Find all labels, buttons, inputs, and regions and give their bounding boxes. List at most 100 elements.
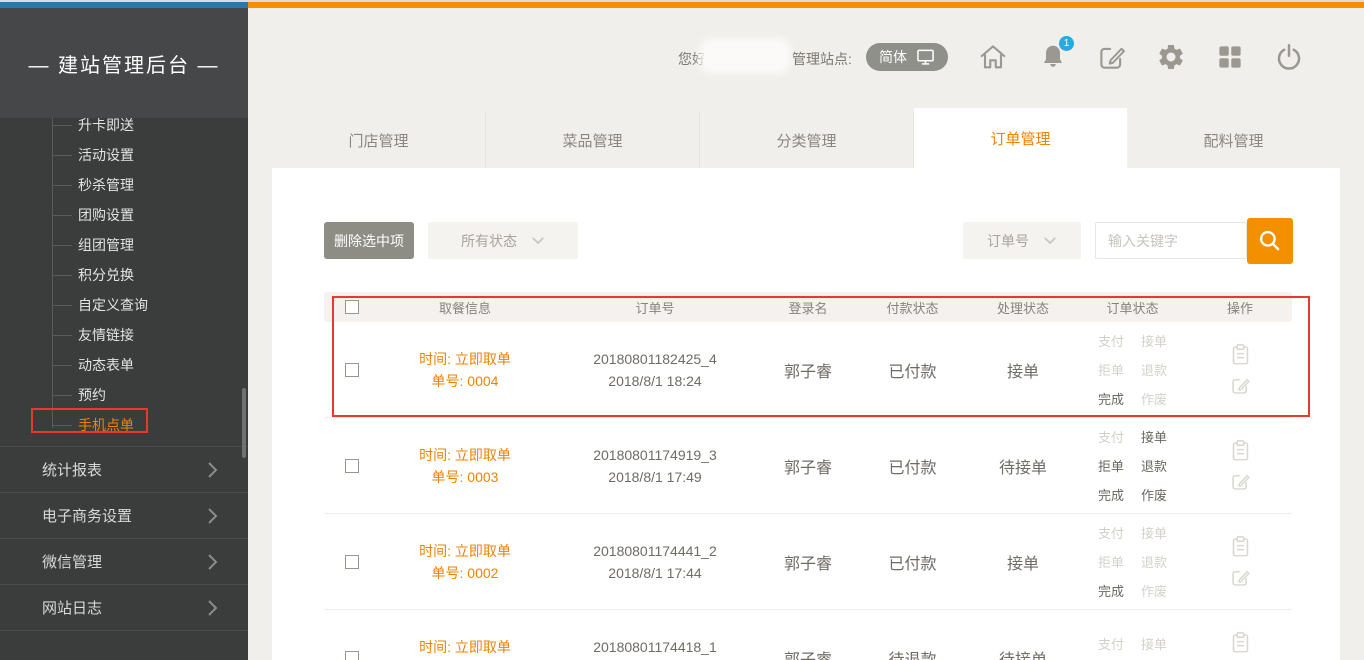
order-status-link[interactable]: 拒单 [1098,456,1124,475]
status-filter-select[interactable]: 所有状态 [428,222,578,259]
edit-order-icon[interactable] [1230,375,1251,396]
sidebar-item-custom-query[interactable]: 自定义查询 [52,290,248,320]
chevron-right-icon [207,507,218,525]
sidebar-scrollbar-thumb[interactable] [242,388,246,458]
home-icon [978,42,1008,72]
sidebar-section-statistics[interactable]: 统计报表 [0,446,248,492]
monitor-icon [916,48,935,66]
tab-ingredient-management[interactable]: 配料管理 [1127,112,1340,168]
order-status-link: 拒单 [1098,552,1124,571]
language-site-pill-button[interactable]: 简体 [866,43,948,71]
table-row: 时间: 立即取单 20180801174418_1 郭子睿 待退款 待接单 支付… [324,610,1292,660]
logout-button[interactable] [1274,42,1304,72]
order-status-links: 支付接单拒单退款完成作废 [1098,523,1167,600]
order-status-link[interactable]: 退款 [1141,456,1167,475]
sidebar-item-dynamic-form[interactable]: 动态表单 [52,350,248,380]
row-checkbox[interactable] [345,459,359,473]
order-status-link[interactable]: 完成 [1098,485,1124,504]
pickup-no: 单号: 0003 [432,466,499,488]
pay-status: 待退款 [856,610,969,660]
order-detail-icon[interactable] [1230,343,1251,366]
order-detail-icon[interactable] [1230,631,1251,654]
sidebar-section-ecommerce[interactable]: 电子商务设置 [0,492,248,538]
chevron-right-icon [207,599,218,617]
search-field-select[interactable]: 订单号 [963,222,1081,259]
sidebar-item-reservation[interactable]: 预约 [52,380,248,410]
sidebar-item-activity[interactable]: 活动设置 [52,140,248,170]
sidebar-item-links[interactable]: 友情链接 [52,320,248,350]
process-status: 接单 [969,514,1077,609]
order-number: 20180801174919_3 [593,444,717,466]
row-checkbox[interactable] [345,363,359,377]
login-name: 郭子睿 [760,322,856,417]
greeting-text: 您好 [678,49,706,69]
tab-store-management[interactable]: 门店管理 [272,112,486,168]
login-name: 郭子睿 [760,514,856,609]
order-status-link: 接单 [1141,331,1167,350]
order-status-link: 支付 [1098,634,1124,653]
compose-button[interactable] [1097,42,1127,72]
tab-bar: 门店管理 菜品管理 分类管理 订单管理 配料管理 [272,112,1340,168]
status-filter-value: 所有状态 [461,231,517,251]
row-actions [1230,631,1251,660]
gear-icon [1156,42,1186,72]
order-status-link[interactable]: 完成 [1098,581,1124,600]
settings-button[interactable] [1156,42,1186,72]
order-detail-icon[interactable] [1230,535,1251,558]
table-header-row: 取餐信息 订单号 登录名 付款状态 处理状态 订单状态 操作 [324,292,1292,322]
pickup-time: 时间: 立即取单 [419,540,511,562]
sidebar-section-wechat[interactable]: 微信管理 [0,538,248,584]
order-status-link: 退款 [1141,552,1167,571]
notifications-button[interactable]: 1 [1038,42,1068,72]
pickup-time: 时间: 立即取单 [419,636,511,658]
language-label: 简体 [879,47,907,67]
apps-button[interactable] [1215,42,1245,72]
edit-order-icon[interactable] [1230,471,1251,492]
order-number: 20180801182425_4 [593,348,717,370]
order-date: 2018/8/1 18:24 [608,370,701,392]
row-checkbox[interactable] [345,651,359,660]
order-status-link[interactable]: 作废 [1141,485,1167,504]
sidebar-item-flash-sale[interactable]: 秒杀管理 [52,170,248,200]
pickup-no: 单号: 0002 [432,562,499,584]
sidebar-item-group-buy[interactable]: 团购设置 [52,200,248,230]
row-checkbox[interactable] [345,555,359,569]
table-row: 时间: 立即取单 单号: 0002 20180801174441_2 2018/… [324,514,1292,610]
sidebar-sections: 统计报表 电子商务设置 微信管理 网站日志 [0,446,248,631]
order-status-link[interactable]: 完成 [1098,389,1124,408]
col-header-actions: 操作 [1188,298,1292,317]
order-status-link: 支付 [1098,331,1124,350]
tab-order-management[interactable]: 订单管理 [914,108,1127,168]
home-button[interactable] [978,42,1008,72]
keyword-search-input[interactable] [1095,222,1247,259]
order-status-link[interactable]: 接单 [1141,427,1167,446]
search-field-value: 订单号 [987,231,1029,251]
order-date: 2018/8/1 17:49 [608,466,701,488]
tab-dish-management[interactable]: 菜品管理 [486,112,700,168]
tab-category-management[interactable]: 分类管理 [700,112,914,168]
content-accent-bar [248,2,1364,8]
order-detail-icon[interactable] [1230,439,1251,462]
sidebar: — 建站管理后台 — 升卡即送 活动设置 秒杀管理 团购设置 组团管理 积分兑换… [0,8,248,660]
user-name-redacted [704,43,786,69]
section-label: 微信管理 [42,551,102,572]
sidebar-section-site-log[interactable]: 网站日志 [0,584,248,630]
select-all-checkbox[interactable] [345,300,359,314]
edit-order-icon[interactable] [1230,567,1251,588]
notification-badge: 1 [1059,36,1074,51]
delete-selected-button[interactable]: 删除选中项 [324,222,414,259]
col-header-pay-status: 付款状态 [856,298,969,317]
login-name: 郭子睿 [760,418,856,513]
sidebar-item-mobile-order[interactable]: 手机点单 [52,410,248,440]
order-status-link: 接单 [1141,523,1167,542]
row-actions [1230,343,1251,396]
pickup-no: 单号: 0004 [432,370,499,392]
pay-status: 已付款 [856,418,969,513]
pickup-time: 时间: 立即取单 [419,444,511,466]
order-status-links: 支付接单拒单退款 [1098,634,1167,660]
search-button[interactable] [1247,218,1293,264]
sidebar-item-group-manage[interactable]: 组团管理 [52,230,248,260]
col-header-order-status: 订单状态 [1077,298,1188,317]
sidebar-item-points[interactable]: 积分兑换 [52,260,248,290]
table-row: 时间: 立即取单 单号: 0003 20180801174919_3 2018/… [324,418,1292,514]
